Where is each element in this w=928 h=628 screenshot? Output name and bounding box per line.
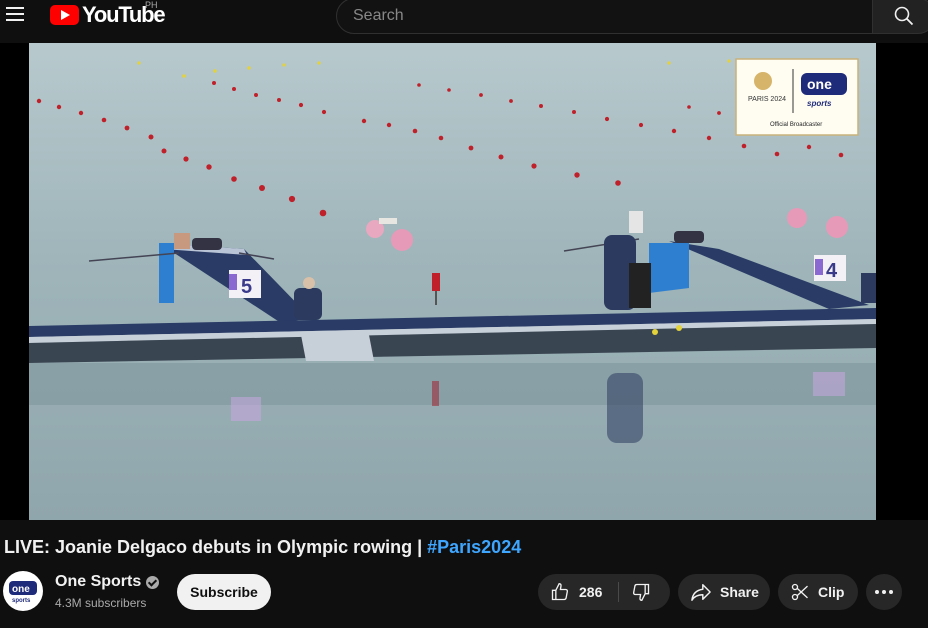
like-button[interactable]: 286 <box>538 574 618 610</box>
youtube-play-icon <box>50 5 79 25</box>
share-icon <box>691 584 711 601</box>
lane-number-5: 5 <box>241 276 252 298</box>
overlay-brand: one <box>807 76 832 92</box>
clip-button[interactable]: Clip <box>778 574 858 610</box>
dislike-button[interactable] <box>619 574 670 610</box>
hamburger-icon[interactable] <box>4 3 28 25</box>
overlay-event: PARIS 2024 <box>748 96 786 103</box>
search-button[interactable] <box>872 0 928 34</box>
video-title-text: LIVE: Joanie Delgaco debuts in Olympic r… <box>4 537 423 557</box>
video-player[interactable]: 5 4 PARIS 2024 one sports Official Broad… <box>0 43 928 520</box>
thumbs-down-icon <box>632 583 650 602</box>
avatar-text: one <box>12 584 30 595</box>
share-button[interactable]: Share <box>678 574 770 610</box>
subscriber-count: 4.3M subscribers <box>55 596 147 610</box>
more-dot-icon <box>882 590 886 594</box>
top-bar: YouTube PH <box>0 0 928 34</box>
channel-name-text: One Sports <box>55 573 142 590</box>
scissors-icon <box>791 583 808 601</box>
more-dot-icon <box>875 590 879 594</box>
search-input[interactable] <box>353 4 853 28</box>
like-count: 286 <box>579 584 603 600</box>
hashtag-link[interactable]: #Paris2024 <box>427 537 521 557</box>
channel-name[interactable]: One Sports <box>55 573 160 591</box>
overlay-caption: Official Broadcaster <box>770 122 822 128</box>
avatar-sub: sports <box>12 598 31 604</box>
more-actions-button[interactable] <box>866 574 902 610</box>
lane-number-4: 4 <box>826 260 838 282</box>
video-frame[interactable]: 5 4 PARIS 2024 one sports Official Broad… <box>29 43 876 520</box>
overlay-brand-sub: sports <box>807 99 832 108</box>
more-dot-icon <box>889 590 893 594</box>
verified-icon <box>146 575 160 589</box>
share-label: Share <box>720 584 759 600</box>
subscribe-button[interactable]: Subscribe <box>177 574 271 610</box>
avatar[interactable]: one sports <box>3 571 43 611</box>
channel-logo-icon: one sports <box>9 581 37 604</box>
like-dislike-group: 286 <box>538 574 670 610</box>
video-title: LIVE: Joanie Delgaco debuts in Olympic r… <box>4 537 521 558</box>
search-box <box>336 0 873 34</box>
broadcaster-overlay: PARIS 2024 one sports Official Broadcast… <box>735 58 859 136</box>
country-code: PH <box>145 0 158 10</box>
red-flag-post <box>432 273 440 291</box>
clip-label: Clip <box>818 584 845 600</box>
thumbs-up-icon <box>551 582 569 601</box>
search-icon <box>894 6 914 26</box>
